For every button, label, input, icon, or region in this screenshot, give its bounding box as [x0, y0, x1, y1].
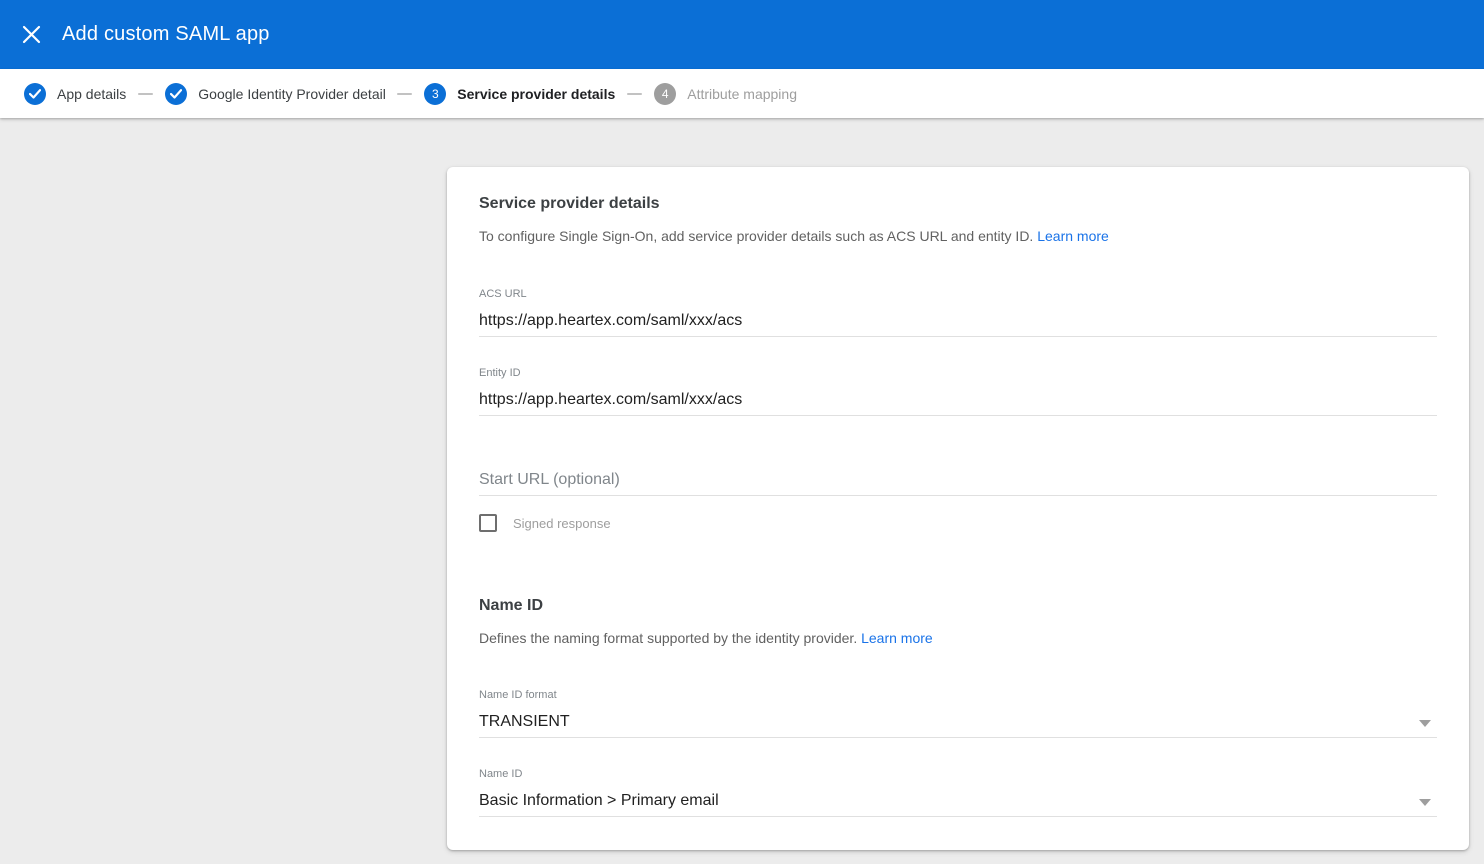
- step-separator: [627, 93, 642, 95]
- check-icon: [170, 89, 182, 99]
- learn-more-link[interactable]: Learn more: [1037, 228, 1109, 244]
- close-icon: [22, 25, 41, 44]
- name-id-value: Basic Information > Primary email: [479, 791, 1437, 817]
- step-app-details[interactable]: App details: [24, 83, 126, 105]
- check-icon: [29, 89, 41, 99]
- section-description-text: To configure Single Sign-On, add service…: [479, 228, 1033, 244]
- main-content-area: Service provider details To configure Si…: [0, 118, 1484, 864]
- entity-id-label: Entity ID: [479, 367, 1437, 380]
- step-separator: [138, 93, 153, 95]
- learn-more-link[interactable]: Learn more: [861, 630, 933, 646]
- name-id-format-select[interactable]: Name ID format TRANSIENT: [479, 689, 1437, 738]
- step-3-label: Service provider details: [457, 86, 615, 102]
- step-1-check-circle: [24, 83, 46, 105]
- service-provider-card: Service provider details To configure Si…: [447, 167, 1469, 850]
- start-url-input[interactable]: [479, 470, 1437, 496]
- section-description: To configure Single Sign-On, add service…: [479, 228, 1437, 245]
- step-4-number-circle: 4: [654, 83, 676, 105]
- section-title-name-id: Name ID: [479, 596, 1437, 616]
- name-id-description-text: Defines the naming format supported by t…: [479, 630, 857, 646]
- start-url-field: [479, 470, 1437, 496]
- acs-url-field: ACS URL: [479, 288, 1437, 337]
- dropdown-arrow-icon: [1419, 799, 1431, 806]
- name-id-format-label: Name ID format: [479, 689, 1437, 702]
- name-id-label: Name ID: [479, 768, 1437, 781]
- entity-id-field: Entity ID: [479, 367, 1437, 416]
- step-google-idp-details[interactable]: Google Identity Provider details: [165, 83, 385, 105]
- step-2-label: Google Identity Provider details: [198, 86, 385, 102]
- acs-url-label: ACS URL: [479, 288, 1437, 301]
- name-id-format-value: TRANSIENT: [479, 712, 1437, 738]
- appbar: Add custom SAML app: [0, 0, 1484, 69]
- step-2-check-circle: [165, 83, 187, 105]
- step-4-label: Attribute mapping: [687, 86, 797, 102]
- acs-url-input[interactable]: [479, 311, 1437, 337]
- dialog-title: Add custom SAML app: [62, 23, 270, 46]
- dropdown-arrow-icon: [1419, 720, 1431, 727]
- stepper: App details Google Identity Provider det…: [0, 69, 1484, 118]
- signed-response-row: Signed response: [479, 513, 1437, 533]
- close-button[interactable]: [19, 23, 43, 47]
- step-separator: [397, 93, 412, 95]
- signed-response-label: Signed response: [513, 516, 611, 531]
- step-3-number: 3: [432, 87, 439, 101]
- signed-response-checkbox[interactable]: [479, 514, 497, 532]
- step-4-number: 4: [662, 87, 669, 101]
- entity-id-input[interactable]: [479, 390, 1437, 416]
- step-attribute-mapping[interactable]: 4 Attribute mapping: [654, 83, 797, 105]
- name-id-select[interactable]: Name ID Basic Information > Primary emai…: [479, 768, 1437, 817]
- step-1-label: App details: [57, 86, 126, 102]
- section-title-service-provider: Service provider details: [479, 194, 1437, 214]
- step-3-number-circle: 3: [424, 83, 446, 105]
- step-service-provider-details[interactable]: 3 Service provider details: [424, 83, 615, 105]
- name-id-description: Defines the naming format supported by t…: [479, 630, 1437, 647]
